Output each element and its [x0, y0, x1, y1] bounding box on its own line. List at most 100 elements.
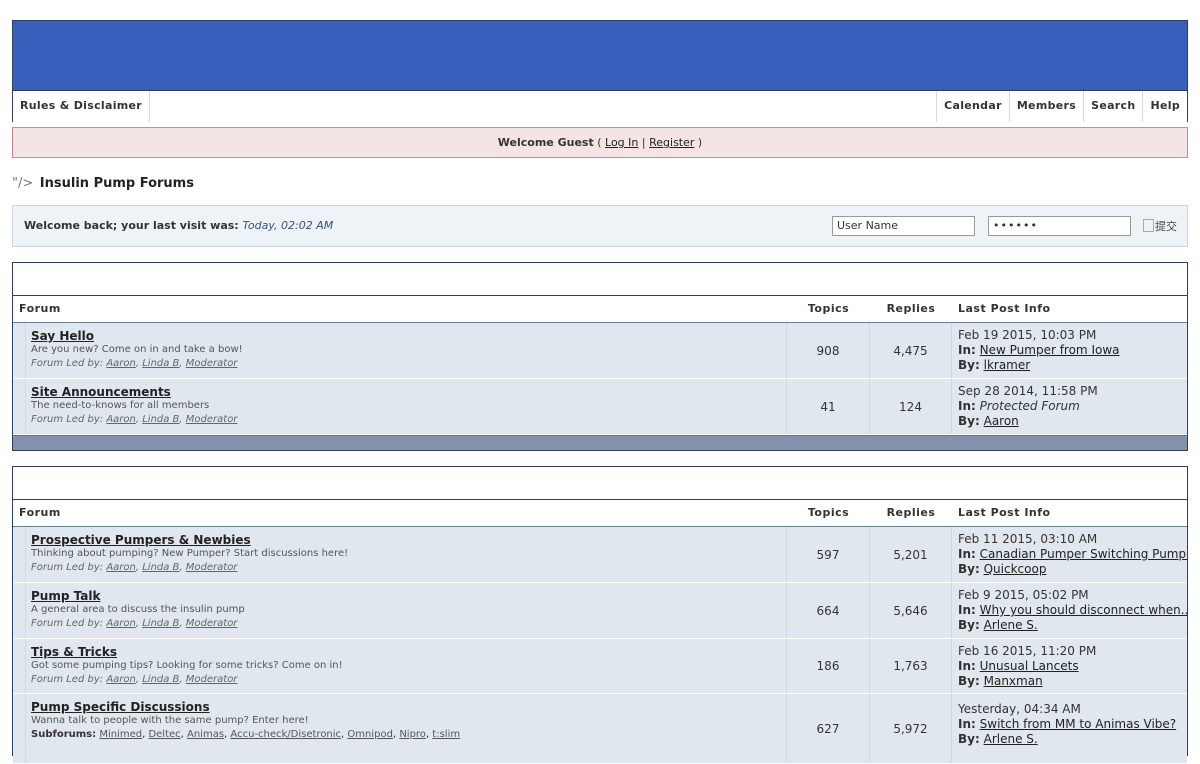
leader-link[interactable]: Aaron [106, 358, 136, 369]
subforums-label: Subforums: [31, 729, 97, 740]
last-post-date: Sep 28 2014, 11:58 PM [958, 384, 1098, 398]
in-label: In: [958, 603, 976, 617]
replies-count: 5,201 [870, 527, 952, 582]
topics-count: 627 [787, 694, 870, 763]
leader-link[interactable]: Linda B [142, 674, 179, 685]
last-poster-link[interactable]: Arlene S. [984, 732, 1038, 746]
leader-link[interactable]: Moderator [186, 674, 238, 685]
leader-link[interactable]: Aaron [106, 674, 136, 685]
forum-leaders: Forum Led by: Aaron, Linda B, Moderator [31, 562, 238, 573]
last-poster-link[interactable]: Arlene S. [984, 618, 1038, 632]
site-header: Rules & Disclaimer Calendar Members Sear… [12, 20, 1188, 122]
leader-link[interactable]: Moderator [186, 562, 238, 573]
login-submit-button[interactable]: 提交 [1143, 218, 1177, 234]
header-banner [13, 21, 1187, 90]
topics-count: 908 [787, 323, 870, 378]
register-link[interactable]: Register [649, 136, 694, 149]
quick-login-bar: Welcome back; your last visit was: Today… [12, 205, 1188, 247]
forum-title-link[interactable]: Say Hello [31, 329, 786, 343]
forum-title-link[interactable]: Tips & Tricks [31, 645, 786, 659]
col-forum-header: Forum [19, 302, 61, 315]
last-post-topic-link[interactable]: Unusual Lancets [980, 659, 1079, 673]
replies-count: 124 [870, 379, 952, 434]
topics-count: 41 [787, 379, 870, 434]
forum-status-icon [13, 527, 26, 582]
leaders-label: Forum Led by: [31, 618, 104, 629]
in-label: In: [958, 399, 976, 413]
subforum-link[interactable]: t:slim [432, 729, 460, 740]
subforum-link[interactable]: Omnipod [347, 729, 393, 740]
forum-leaders: Forum Led by: Aaron, Linda B, Moderator [31, 674, 238, 685]
last-post-info: Sep 28 2014, 11:58 PM In: Protected Foru… [952, 379, 1187, 434]
col-lastpost-header: Last Post Info [958, 506, 1051, 519]
forum-info: Pump Talk A general area to discuss the … [26, 583, 787, 638]
forum-row: Say Hello Are you new? Come on in and ta… [13, 323, 1187, 379]
leader-link[interactable]: Moderator [186, 618, 238, 629]
leader-link[interactable]: Linda B [142, 562, 179, 573]
breadcrumb-prefix: "/> [12, 176, 34, 191]
nav-rules-link[interactable]: Rules & Disclaimer [13, 91, 151, 122]
last-post-info: Feb 16 2015, 11:20 PM In: Unusual Lancet… [952, 639, 1187, 693]
password-input[interactable]: •••••• [988, 216, 1131, 236]
forum-status-icon [13, 694, 26, 763]
col-topics-header: Topics [807, 302, 850, 315]
subforum-link[interactable]: Accu-check/Disetronic [230, 729, 341, 740]
forum-status-icon [13, 379, 26, 434]
forum-title-link[interactable]: Pump Specific Discussions [31, 700, 786, 714]
last-post-info: Yesterday, 04:34 AM In: Switch from MM t… [952, 694, 1187, 763]
last-poster-link[interactable]: Aaron [984, 414, 1019, 428]
col-topics-header: Topics [807, 506, 850, 519]
column-headers: Forum Topics Replies Last Post Info [13, 296, 1187, 323]
last-post-topic-link[interactable]: New Pumper from Iowa [980, 343, 1120, 357]
forum-info: Site Announcements The need-to-knows for… [26, 379, 787, 434]
last-post-topic-link[interactable]: Switch from MM to Animas Vibe? [980, 717, 1177, 731]
nav-help-link[interactable]: Help [1142, 91, 1187, 122]
subforum-link[interactable]: Deltec [148, 729, 180, 740]
leader-link[interactable]: Aaron [106, 414, 136, 425]
forum-title-link[interactable]: Prospective Pumpers & Newbies [31, 533, 786, 547]
login-link[interactable]: Log In [605, 136, 638, 149]
leader-link[interactable]: Aaron [106, 562, 136, 573]
leaders-label: Forum Led by: [31, 562, 104, 573]
last-poster-link[interactable]: lkramer [984, 358, 1031, 372]
forum-title-link[interactable]: Pump Talk [31, 589, 786, 603]
topics-count: 664 [787, 583, 870, 638]
replies-count: 5,972 [870, 694, 952, 763]
forum-row: Pump Talk A general area to discuss the … [13, 583, 1187, 639]
last-poster-link[interactable]: Manxman [984, 674, 1043, 688]
subforum-link[interactable]: Minimed [99, 729, 142, 740]
replies-count: 4,475 [870, 323, 952, 378]
page-title: Insulin Pump Forums [39, 176, 194, 191]
leader-link[interactable]: Moderator [186, 414, 238, 425]
by-label: By: [958, 674, 980, 688]
last-post-topic-link[interactable]: Why you should disconnect when... [980, 603, 1187, 617]
username-input[interactable]: User Name [832, 216, 975, 236]
submit-alt-text: 提交 [1155, 220, 1177, 233]
nav-calendar-link[interactable]: Calendar [936, 91, 1009, 122]
leader-link[interactable]: Linda B [142, 358, 179, 369]
forum-row: Pump Specific Discussions Wanna talk to … [13, 694, 1187, 764]
forum-status-icon [13, 583, 26, 638]
topics-count: 186 [787, 639, 870, 693]
leaders-label: Forum Led by: [31, 414, 104, 425]
forum-description: The need-to-knows for all members [31, 400, 210, 411]
nav-search-link[interactable]: Search [1083, 91, 1142, 122]
last-visit-label: Welcome back; your last visit was: [24, 219, 239, 232]
broken-image-icon [1143, 219, 1154, 232]
subforum-link[interactable]: Animas [187, 729, 224, 740]
leader-link[interactable]: Moderator [186, 358, 238, 369]
leader-link[interactable]: Linda B [142, 414, 179, 425]
forum-row: Site Announcements The need-to-knows for… [13, 379, 1187, 435]
nav-members-link[interactable]: Members [1008, 91, 1083, 122]
last-post-date: Feb 19 2015, 10:03 PM [958, 328, 1097, 342]
breadcrumb: "/> Insulin Pump Forums [12, 174, 1188, 194]
subforum-link[interactable]: Nipro [399, 729, 426, 740]
last-poster-link[interactable]: Quickcoop [984, 562, 1047, 576]
last-post-topic-link[interactable]: Canadian Pumper Switching Pump... [980, 547, 1187, 561]
leader-link[interactable]: Linda B [142, 618, 179, 629]
forum-title-link[interactable]: Site Announcements [31, 385, 786, 399]
forum-info: Pump Specific Discussions Wanna talk to … [26, 694, 787, 763]
leader-link[interactable]: Aaron [106, 618, 136, 629]
col-replies-header: Replies [886, 302, 936, 315]
in-label: In: [958, 659, 976, 673]
